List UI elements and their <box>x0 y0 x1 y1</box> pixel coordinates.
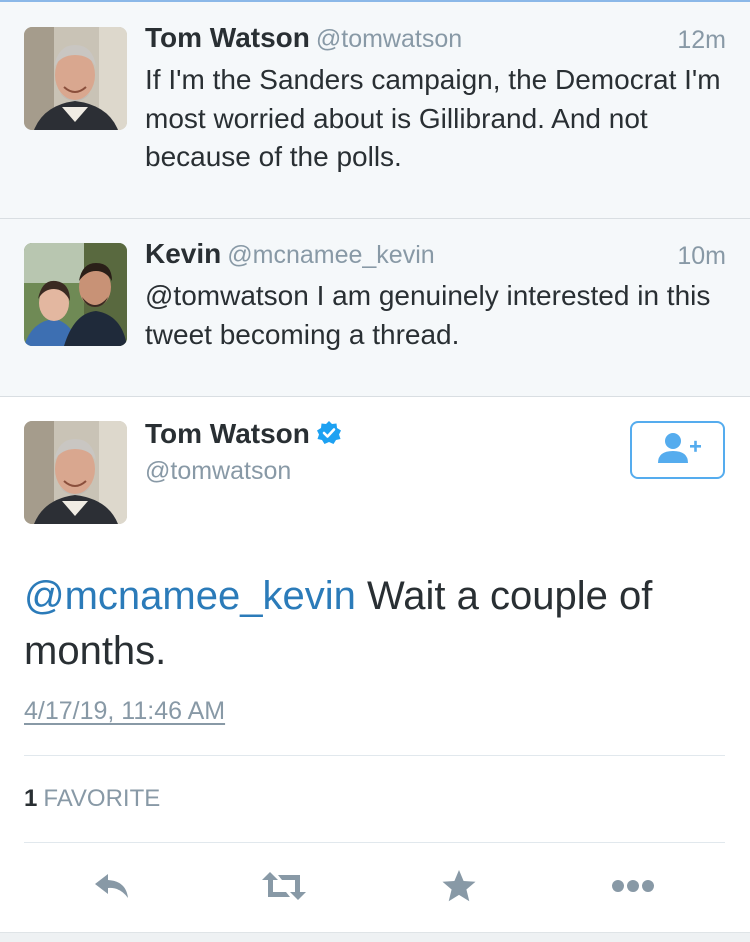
more-icon <box>611 879 655 898</box>
author-handle[interactable]: @tomwatson <box>316 25 462 53</box>
author-name[interactable]: Kevin <box>145 238 221 269</box>
favorite-count: 1 <box>24 785 38 812</box>
avatar[interactable] <box>24 421 127 524</box>
tweet-header: Tom Watson @tomwatson 12m <box>145 22 726 58</box>
divider <box>24 755 725 756</box>
reply-button[interactable] <box>90 871 134 905</box>
verified-badge-icon <box>316 420 342 453</box>
tweet-time: 10m <box>677 242 726 270</box>
conversation-tweet[interactable]: Tom Watson @tomwatson 12m If I'm the Sand… <box>0 2 750 219</box>
author-name[interactable]: Tom Watson <box>145 22 310 53</box>
tweet-time: 12m <box>677 26 726 54</box>
avatar[interactable] <box>24 27 127 130</box>
tweet-text: If I'm the Sanders campaign, the Democra… <box>145 64 721 172</box>
action-bar <box>0 843 750 933</box>
conversation-tweet[interactable]: Kevin @mcnamee_kevin 10m @tomwatson I am … <box>0 219 750 397</box>
favorite-stats[interactable]: 1 FAVORITE <box>24 785 160 813</box>
focused-tweet: Tom Watson @tomwatson @mcnamee_kevin Wai… <box>0 397 750 941</box>
star-icon <box>441 869 477 908</box>
author-name-row[interactable]: Tom Watson <box>145 418 342 453</box>
tweet-header: Kevin @mcnamee_kevin 10m <box>145 238 726 274</box>
author-handle[interactable]: @mcnamee_kevin <box>227 241 434 269</box>
author-name[interactable]: Tom Watson <box>145 418 310 449</box>
favorite-button[interactable] <box>437 869 481 908</box>
retweet-icon <box>260 870 308 907</box>
avatar[interactable] <box>24 243 127 346</box>
add-user-icon <box>653 431 703 470</box>
tweet-body: @mcnamee_kevin Wait a couple of months. <box>24 569 724 679</box>
author-handle[interactable]: @tomwatson <box>145 457 291 486</box>
more-button[interactable] <box>611 871 655 905</box>
tweet-timestamp[interactable]: 4/17/19, 11:46 AM <box>24 697 225 726</box>
retweet-button[interactable] <box>262 871 306 905</box>
follow-button[interactable] <box>630 421 725 479</box>
mention-link[interactable]: @mcnamee_kevin <box>24 574 356 618</box>
favorite-label: FAVORITE <box>43 785 161 812</box>
tweet-text: @tomwatson I am genuinely interested in … <box>145 280 711 350</box>
reply-icon <box>92 871 132 906</box>
